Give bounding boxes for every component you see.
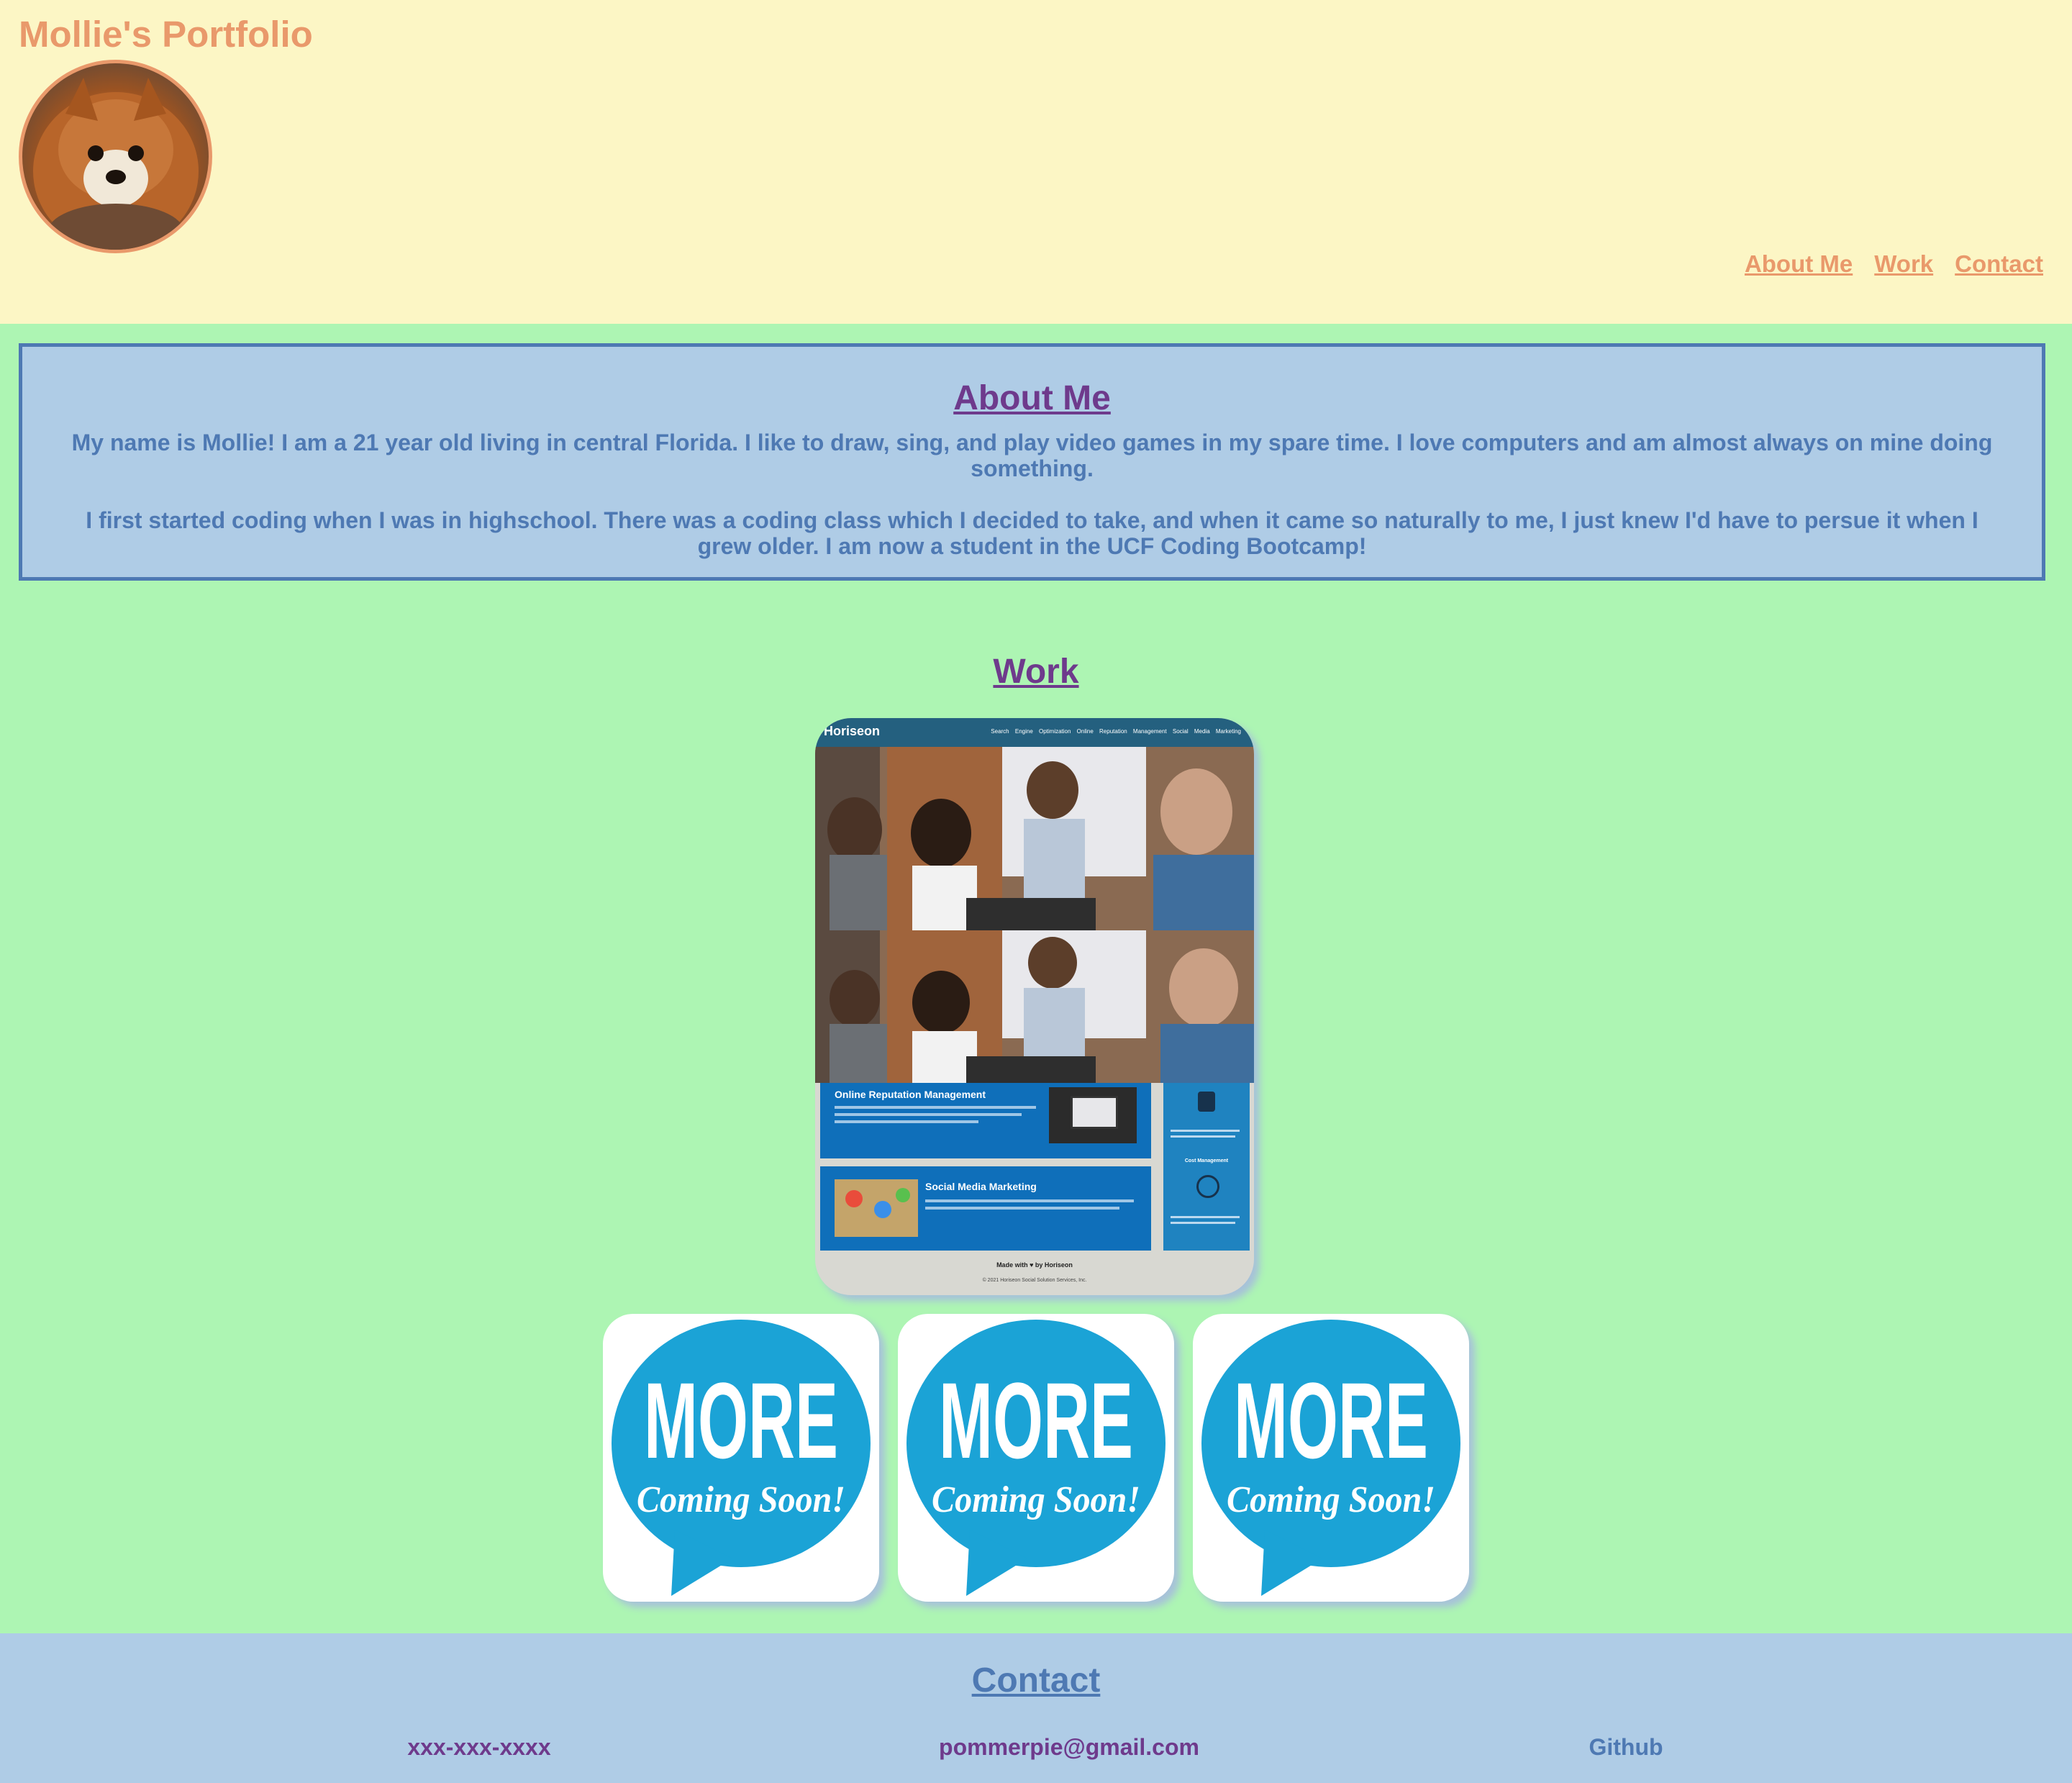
project-hero-image bbox=[815, 747, 1254, 930]
project-card-social-title: Social Media Marketing bbox=[925, 1181, 1037, 1192]
speech-bubble-icon: MORE Coming Soon! bbox=[612, 1320, 871, 1596]
social-collage-image bbox=[835, 1179, 918, 1237]
contact-email[interactable]: pommerpie@gmail.com bbox=[889, 1734, 1249, 1761]
contact-section: Contact xxx-xxx-xxxx pommerpie@gmail.com… bbox=[0, 1633, 2072, 1783]
laptop-image bbox=[1049, 1087, 1137, 1143]
project-card-reputation-title: Online Reputation Management bbox=[835, 1089, 986, 1100]
speech-bubble-icon: MORE Coming Soon! bbox=[1201, 1320, 1460, 1596]
project-card-social: Social Media Marketing bbox=[820, 1166, 1151, 1251]
nav-about-me[interactable]: About Me bbox=[1745, 250, 1853, 278]
project-nav-links: Search Engine Optimization Online Reputa… bbox=[991, 728, 1241, 735]
avatar bbox=[19, 60, 212, 253]
main-nav: About Me Work Contact bbox=[1745, 250, 2043, 278]
nav-work[interactable]: Work bbox=[1874, 250, 1933, 278]
about-paragraph-1: My name is Mollie! I am a 21 year old li… bbox=[71, 430, 1993, 481]
coming-soon-card-1[interactable]: MORE Coming Soon! bbox=[603, 1314, 879, 1602]
site-header: Mollie's Portfolio About Me Work Contact bbox=[0, 0, 2072, 324]
project-card-reputation: Online Reputation Management bbox=[820, 1083, 1151, 1158]
contact-phone: xxx-xxx-xxxx bbox=[407, 1734, 551, 1760]
about-section: About Me My name is Mollie! I am a 21 ye… bbox=[19, 343, 2045, 581]
project-horiseon-card[interactable]: Horiseon Search Engine Optimization Onli… bbox=[815, 718, 1254, 1295]
speech-bubble-icon: MORE Coming Soon! bbox=[906, 1320, 1166, 1596]
about-paragraph-2: I first started coding when I was in hig… bbox=[86, 507, 1978, 559]
project-sidebar-heading: Cost Management bbox=[1184, 1158, 1229, 1163]
coming-soon-line2: Coming Soon! bbox=[637, 1479, 845, 1520]
coming-soon-card-3[interactable]: MORE Coming Soon! bbox=[1193, 1314, 1469, 1602]
dog-avatar-photo bbox=[33, 78, 199, 250]
coming-soon-line1: MORE bbox=[939, 1360, 1133, 1481]
site-title: Mollie's Portfolio bbox=[19, 14, 313, 55]
work-heading: Work bbox=[993, 653, 1079, 691]
coming-soon-line1: MORE bbox=[644, 1360, 838, 1481]
project-sidebar: Cost Management bbox=[1163, 1083, 1250, 1251]
coming-soon-line2: Coming Soon! bbox=[932, 1479, 1140, 1520]
coming-soon-line1: MORE bbox=[1234, 1360, 1428, 1481]
coming-soon-card-2[interactable]: MORE Coming Soon! bbox=[898, 1314, 1174, 1602]
project-copyright: © 2021 Horiseon Social Solution Services… bbox=[982, 1278, 1087, 1283]
nav-contact[interactable]: Contact bbox=[1955, 250, 2043, 278]
coming-soon-line2: Coming Soon! bbox=[1227, 1479, 1435, 1520]
project-second-image bbox=[815, 930, 1254, 1083]
contact-github-link[interactable]: Github bbox=[1446, 1734, 1806, 1761]
project-nav-bar: Horiseon Search Engine Optimization Onli… bbox=[815, 718, 1254, 747]
contact-heading: Contact bbox=[971, 1661, 1101, 1700]
project-brand: Horiseon bbox=[824, 724, 881, 738]
about-heading: About Me bbox=[953, 379, 1111, 417]
project-footer: Made with ♥ by Horiseon bbox=[996, 1261, 1073, 1269]
